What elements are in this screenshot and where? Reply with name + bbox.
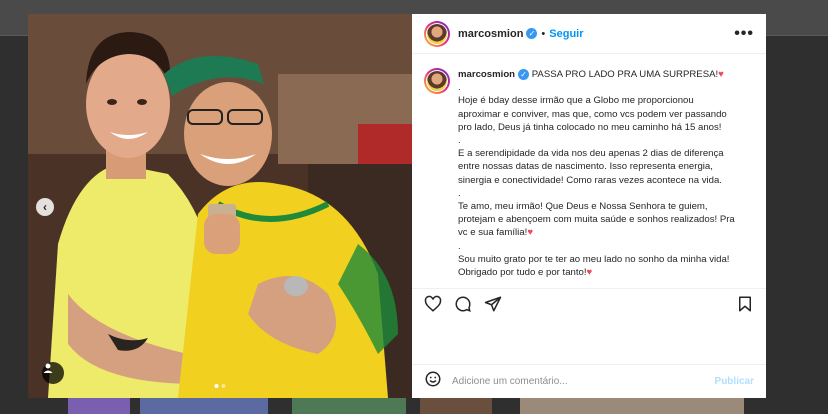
verified-badge-icon: ✓ [518, 69, 530, 81]
follow-button[interactable]: Seguir [549, 28, 583, 40]
carousel-dot [221, 384, 226, 388]
share-icon[interactable] [484, 295, 502, 313]
caption-line-text: . [458, 187, 461, 199]
caption-line-text: . [458, 82, 461, 94]
caption-line-text: protejam e abençoem com muita saúde e so… [458, 214, 735, 226]
photo-illustration [28, 14, 412, 398]
caption-line: . [458, 81, 735, 94]
bookmark-icon[interactable] [736, 295, 754, 313]
caption-line-text: Te amo, meu irmão! Que Deus e Nossa Senh… [458, 201, 708, 213]
caption-line-text: Obrigado por tudo e por tanto! [458, 267, 587, 279]
caption-line: vc e sua família!♥ [458, 226, 735, 239]
user-icon [43, 363, 53, 373]
caption-line: sinergia e conectividade! Como raras vez… [458, 174, 735, 187]
user-tag-icon[interactable] [42, 362, 64, 384]
caption-line-text: aproximar e conviver, mas que, como vcs … [458, 108, 727, 120]
background-thumbnail [520, 398, 744, 414]
caption-line: . [458, 134, 735, 147]
caption-line-text: Hoje é bday desse irmão que a Globo me p… [458, 95, 694, 107]
background-thumbnail [292, 398, 406, 414]
verified-badge-icon: ✓ [526, 28, 538, 39]
caption-line-text: entre nossas datas de nascimento. Isso r… [458, 161, 713, 173]
avatar[interactable] [424, 68, 450, 94]
caption-username[interactable]: marcosmion [458, 69, 515, 80]
caption-line-text: PASSA PRO LADO PRA UMA SURPRESA! [531, 69, 719, 80]
chevron-left-icon[interactable]: ‹ [36, 198, 54, 216]
caption-line: Hoje é bday desse irmão que a Globo me p… [458, 94, 735, 107]
carousel-dot [214, 384, 219, 388]
caption-area: marcosmion ✓ PASSA PRO LADO PRA UMA SURPR… [412, 54, 766, 288]
comment-icon[interactable] [454, 295, 472, 313]
username[interactable]: marcosmion [458, 28, 523, 40]
caption-line: aproximar e conviver, mas que, como vcs … [458, 108, 735, 121]
caption-line: E a serendipidade da vida nos deu apenas… [458, 147, 735, 160]
caption-line-text: vc e sua família! [458, 227, 528, 239]
background-thumbnail [68, 398, 130, 414]
action-bar [412, 288, 766, 318]
caption-line-text: . [458, 135, 461, 147]
more-options-icon[interactable]: ••• [734, 25, 754, 43]
background-thumbnail [420, 398, 492, 414]
caption-line-text: pro lado, Deus já tinha colocado no meu … [458, 121, 722, 133]
caption-line: protejam e abençoem com muita saúde e so… [458, 213, 735, 226]
caption-line: marcosmion ✓ PASSA PRO LADO PRA UMA SURPR… [458, 68, 735, 81]
caption-line-text: sinergia e conectividade! Como raras vez… [458, 174, 722, 186]
heart-icon[interactable] [424, 295, 442, 313]
background-thumbnail [140, 398, 268, 414]
heart-emoji-icon: ♥ [527, 227, 534, 239]
caption-line-text: . [458, 240, 461, 252]
caption-line: Sou muito grato por te ter ao meu lado n… [458, 253, 735, 266]
post-panel: marcosmion ✓ • Seguir ••• marcosmion ✓ PA… [412, 14, 766, 398]
post-header: marcosmion ✓ • Seguir ••• [412, 14, 766, 54]
emoji-icon[interactable] [424, 370, 442, 393]
heart-emoji-icon: ♥ [718, 69, 724, 80]
caption-line: . [458, 240, 735, 253]
caption-line: pro lado, Deus já tinha colocado no meu … [458, 121, 735, 134]
caption-line-text: E a serendipidade da vida nos deu apenas… [458, 148, 724, 160]
caption-line: Te amo, meu irmão! Que Deus e Nossa Senh… [458, 200, 735, 213]
likes-area [412, 318, 766, 364]
comment-bar: Adicione um comentário... Publicar [412, 364, 766, 398]
caption-text: marcosmion ✓ PASSA PRO LADO PRA UMA SURPR… [458, 68, 735, 279]
separator-dot: • [541, 27, 546, 40]
post-modal: ‹ marcosmion ✓ • Seguir ••• marcosmion ✓ … [28, 14, 766, 398]
carousel-dots [214, 384, 226, 388]
heart-emoji-icon: ♥ [586, 267, 593, 279]
caption-line: . [458, 187, 735, 200]
caption-line-text: Sou muito grato por te ter ao meu lado n… [458, 253, 730, 265]
comment-input[interactable]: Adicione um comentário... [452, 376, 715, 387]
avatar[interactable] [424, 20, 450, 47]
caption-line: Obrigado por tudo e por tanto!♥ [458, 266, 735, 279]
publish-button[interactable]: Publicar [715, 376, 754, 387]
caption-line: entre nossas datas de nascimento. Isso r… [458, 160, 735, 173]
post-photo[interactable]: ‹ [28, 14, 412, 398]
